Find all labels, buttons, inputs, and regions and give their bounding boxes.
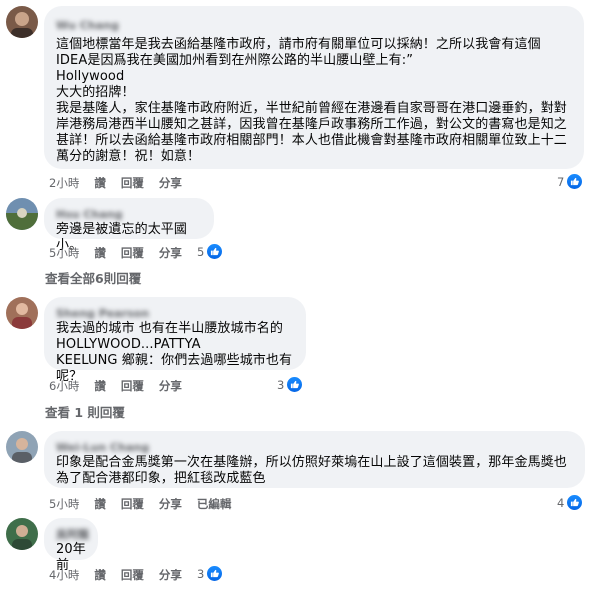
reaction-count-label: 5 [197,244,205,259]
like-button[interactable]: 讚 [94,496,106,512]
comment-time[interactable]: 5小時 [49,245,79,261]
reaction-count[interactable]: 5 [197,243,224,260]
share-button[interactable]: 分享 [159,175,182,191]
thumbs-up-icon [206,243,224,260]
avatar[interactable] [6,6,38,38]
comment-author[interactable]: Hsu Chang [56,208,122,221]
reaction-count-label: 4 [557,495,565,510]
reply-button[interactable]: 回覆 [121,245,144,261]
comment-author[interactable]: Wei-Lun Chang [56,441,149,454]
like-button[interactable]: 讚 [94,378,106,394]
reply-button[interactable]: 回覆 [121,378,144,394]
reaction-count[interactable]: 7 [557,173,584,190]
comment-time[interactable]: 5小時 [49,496,79,512]
reaction-count-label: 3 [277,377,285,392]
reply-button[interactable]: 回覆 [121,567,144,583]
comment-author[interactable]: Wu Chang [56,19,119,32]
thumbs-up-icon [566,173,584,190]
avatar[interactable] [6,518,38,550]
like-button[interactable]: 讚 [94,567,106,583]
comment-actions: 5小時 讚 回覆 分享 [49,245,197,261]
comment-text: 我去過的城市 也有在半山腰放城市名的 HOLLYWOOD...PATTYA KE… [56,321,293,384]
comment-time[interactable]: 6小時 [49,378,79,394]
comment-author[interactable]: 吳阿龍 [56,526,89,542]
view-replies-link[interactable]: 查看 1 則回覆 [45,402,125,421]
avatar[interactable] [6,431,38,463]
reaction-count-label: 7 [557,174,565,189]
edited-label[interactable]: 已編輯 [197,496,232,512]
reaction-count[interactable]: 3 [197,565,224,582]
comment-actions: 2小時 讚 回覆 分享 [49,175,197,191]
comment-actions: 6小時 讚 回覆 分享 [49,378,197,394]
comment-time[interactable]: 4小時 [49,567,79,583]
avatar[interactable] [6,297,38,329]
reply-button[interactable]: 回覆 [121,496,144,512]
reaction-count-label: 3 [197,566,205,581]
reply-button[interactable]: 回覆 [121,175,144,191]
comment-text: 印象是配合金馬獎第一次在基隆辦，所以仿照好萊塢在山上設了這個裝置，那年金馬獎也為… [56,455,567,486]
comment-actions: 4小時 讚 回覆 分享 [49,567,197,583]
comment-bubble: Hsu Chang 旁邊是被遺忘的太平國小。 [44,198,214,253]
like-button[interactable]: 讚 [94,175,106,191]
comment-time[interactable]: 2小時 [49,175,79,191]
comment-bubble: Sheng Pearson 我去過的城市 也有在半山腰放城市名的 HOLLYWO… [44,297,306,384]
thumbs-up-icon [566,494,584,511]
avatar[interactable] [6,198,38,230]
share-button[interactable]: 分享 [159,378,182,394]
comment-bubble: Wu Chang 這個地標當年是我去函給基隆市政府，請市府有關單位可以採納！之所… [44,6,584,169]
share-button[interactable]: 分享 [159,567,182,583]
reaction-count[interactable]: 3 [277,376,304,393]
like-button[interactable]: 讚 [94,245,106,261]
thumbs-up-icon [206,565,224,582]
comment-text: 這個地標當年是我去函給基隆市政府，請市府有關單位可以採納！之所以我會有這個IDE… [56,37,567,164]
view-replies-link[interactable]: 查看全部6則回覆 [45,268,141,287]
comment-author[interactable]: Sheng Pearson [56,307,149,320]
share-button[interactable]: 分享 [159,496,182,512]
thumbs-up-icon [286,376,304,393]
reaction-count[interactable]: 4 [557,494,584,511]
share-button[interactable]: 分享 [159,245,182,261]
comment-actions: 5小時 讚 回覆 分享 已編輯 [49,496,246,512]
comment-bubble: Wei-Lun Chang 印象是配合金馬獎第一次在基隆辦，所以仿照好萊塢在山上… [44,431,585,488]
comment-bubble: 吳阿龍 20年前 [44,518,98,573]
